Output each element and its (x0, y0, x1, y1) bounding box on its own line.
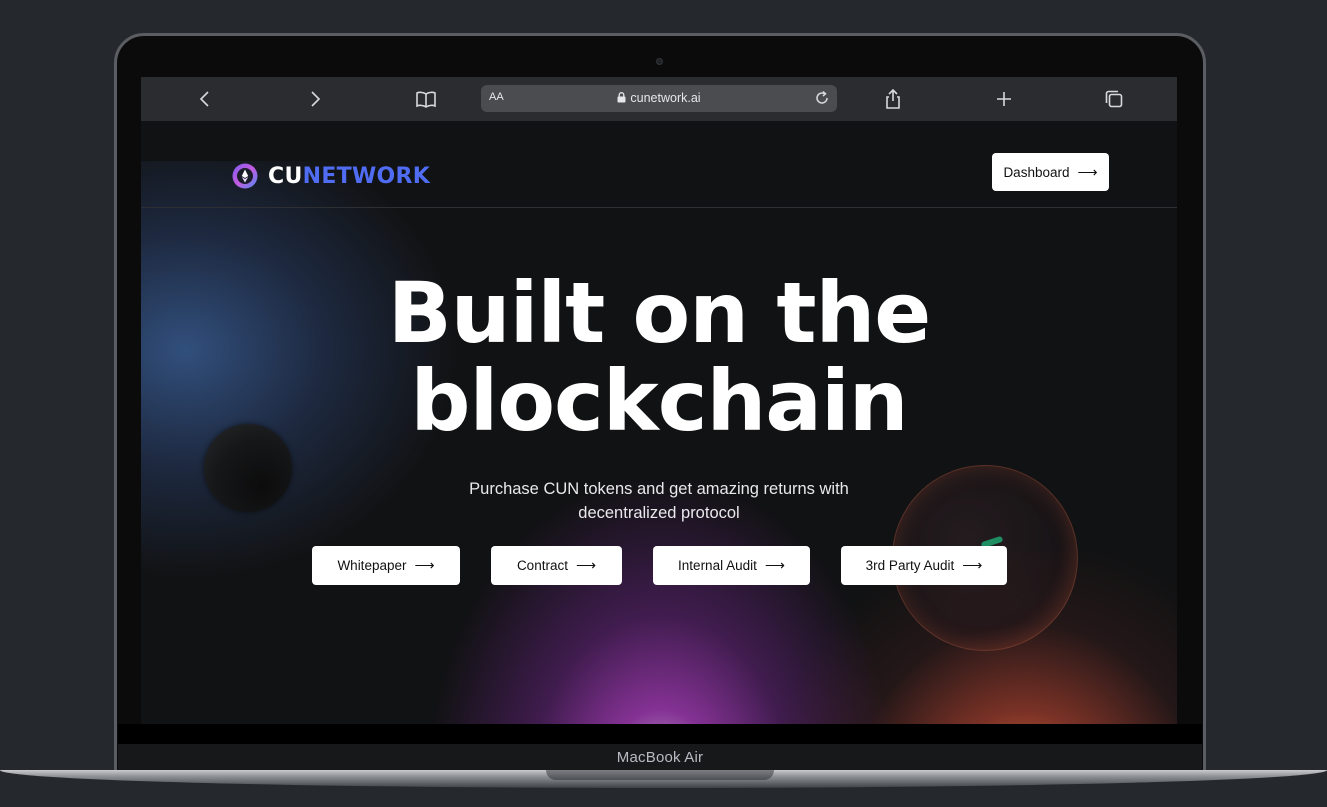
reload-icon[interactable] (813, 89, 831, 107)
dashboard-button-label: Dashboard (1003, 164, 1070, 180)
back-icon[interactable] (193, 87, 217, 111)
url-text: cunetwork.ai (630, 91, 701, 105)
whitepaper-button[interactable]: Whitepaper ⟶ (312, 546, 460, 585)
camera-icon (656, 58, 663, 65)
arrow-right-icon: ⟶ (575, 557, 597, 573)
web-page: CUNETWORK Dashboard ⟶ Built on the blockc… (141, 121, 1177, 724)
whitepaper-button-label: Whitepaper (337, 558, 407, 573)
hero-subtitle: Purchase CUN tokens and get amazing retu… (441, 477, 877, 525)
logo-text-prefix: CU (268, 163, 303, 189)
bookmarks-icon[interactable] (414, 87, 438, 111)
hero-title-line-1: Built on the (387, 264, 932, 362)
logo-text-suffix: NETWORK (302, 163, 431, 189)
lock-icon (617, 92, 626, 103)
site-logo[interactable]: CUNETWORK (232, 163, 430, 189)
tabs-overview-icon[interactable] (1102, 87, 1126, 111)
arrow-right-icon: ⟶ (1077, 163, 1098, 180)
arrow-right-icon: ⟶ (764, 557, 785, 573)
share-icon[interactable] (881, 87, 905, 111)
hero-subtitle-line-1: Purchase CUN tokens and get amazing retu… (469, 480, 849, 498)
internal-audit-button-label: Internal Audit (678, 558, 757, 573)
internal-audit-button[interactable]: Internal Audit ⟶ (653, 546, 810, 585)
site-header: CUNETWORK Dashboard ⟶ (141, 121, 1177, 208)
browser-window: AA cunetwork.ai CUNETWORK Dashboard ⟶ Bu… (141, 77, 1177, 724)
forward-icon[interactable] (303, 87, 327, 111)
model-label: MacBook Air (616, 749, 704, 766)
new-tab-icon[interactable] (992, 87, 1016, 111)
browser-toolbar: AA cunetwork.ai (141, 77, 1177, 121)
dashboard-button[interactable]: Dashboard ⟶ (992, 153, 1109, 191)
contract-button[interactable]: Contract ⟶ (491, 546, 622, 585)
hero-subtitle-line-2: decentralized protocol (578, 504, 740, 522)
arrow-right-icon: ⟶ (962, 557, 983, 573)
address-bar[interactable]: AA cunetwork.ai (481, 85, 837, 112)
third-party-audit-button[interactable]: 3rd Party Audit ⟶ (841, 546, 1007, 585)
arrow-right-icon: ⟶ (414, 557, 435, 573)
contract-button-label: Contract (516, 558, 568, 573)
hero-title-line-2: blockchain (410, 352, 908, 450)
laptop-notch (546, 770, 774, 780)
third-party-audit-button-label: 3rd Party Audit (865, 558, 955, 573)
hero-title: Built on the blockchain (141, 269, 1177, 445)
logo-mark-icon (232, 163, 258, 189)
